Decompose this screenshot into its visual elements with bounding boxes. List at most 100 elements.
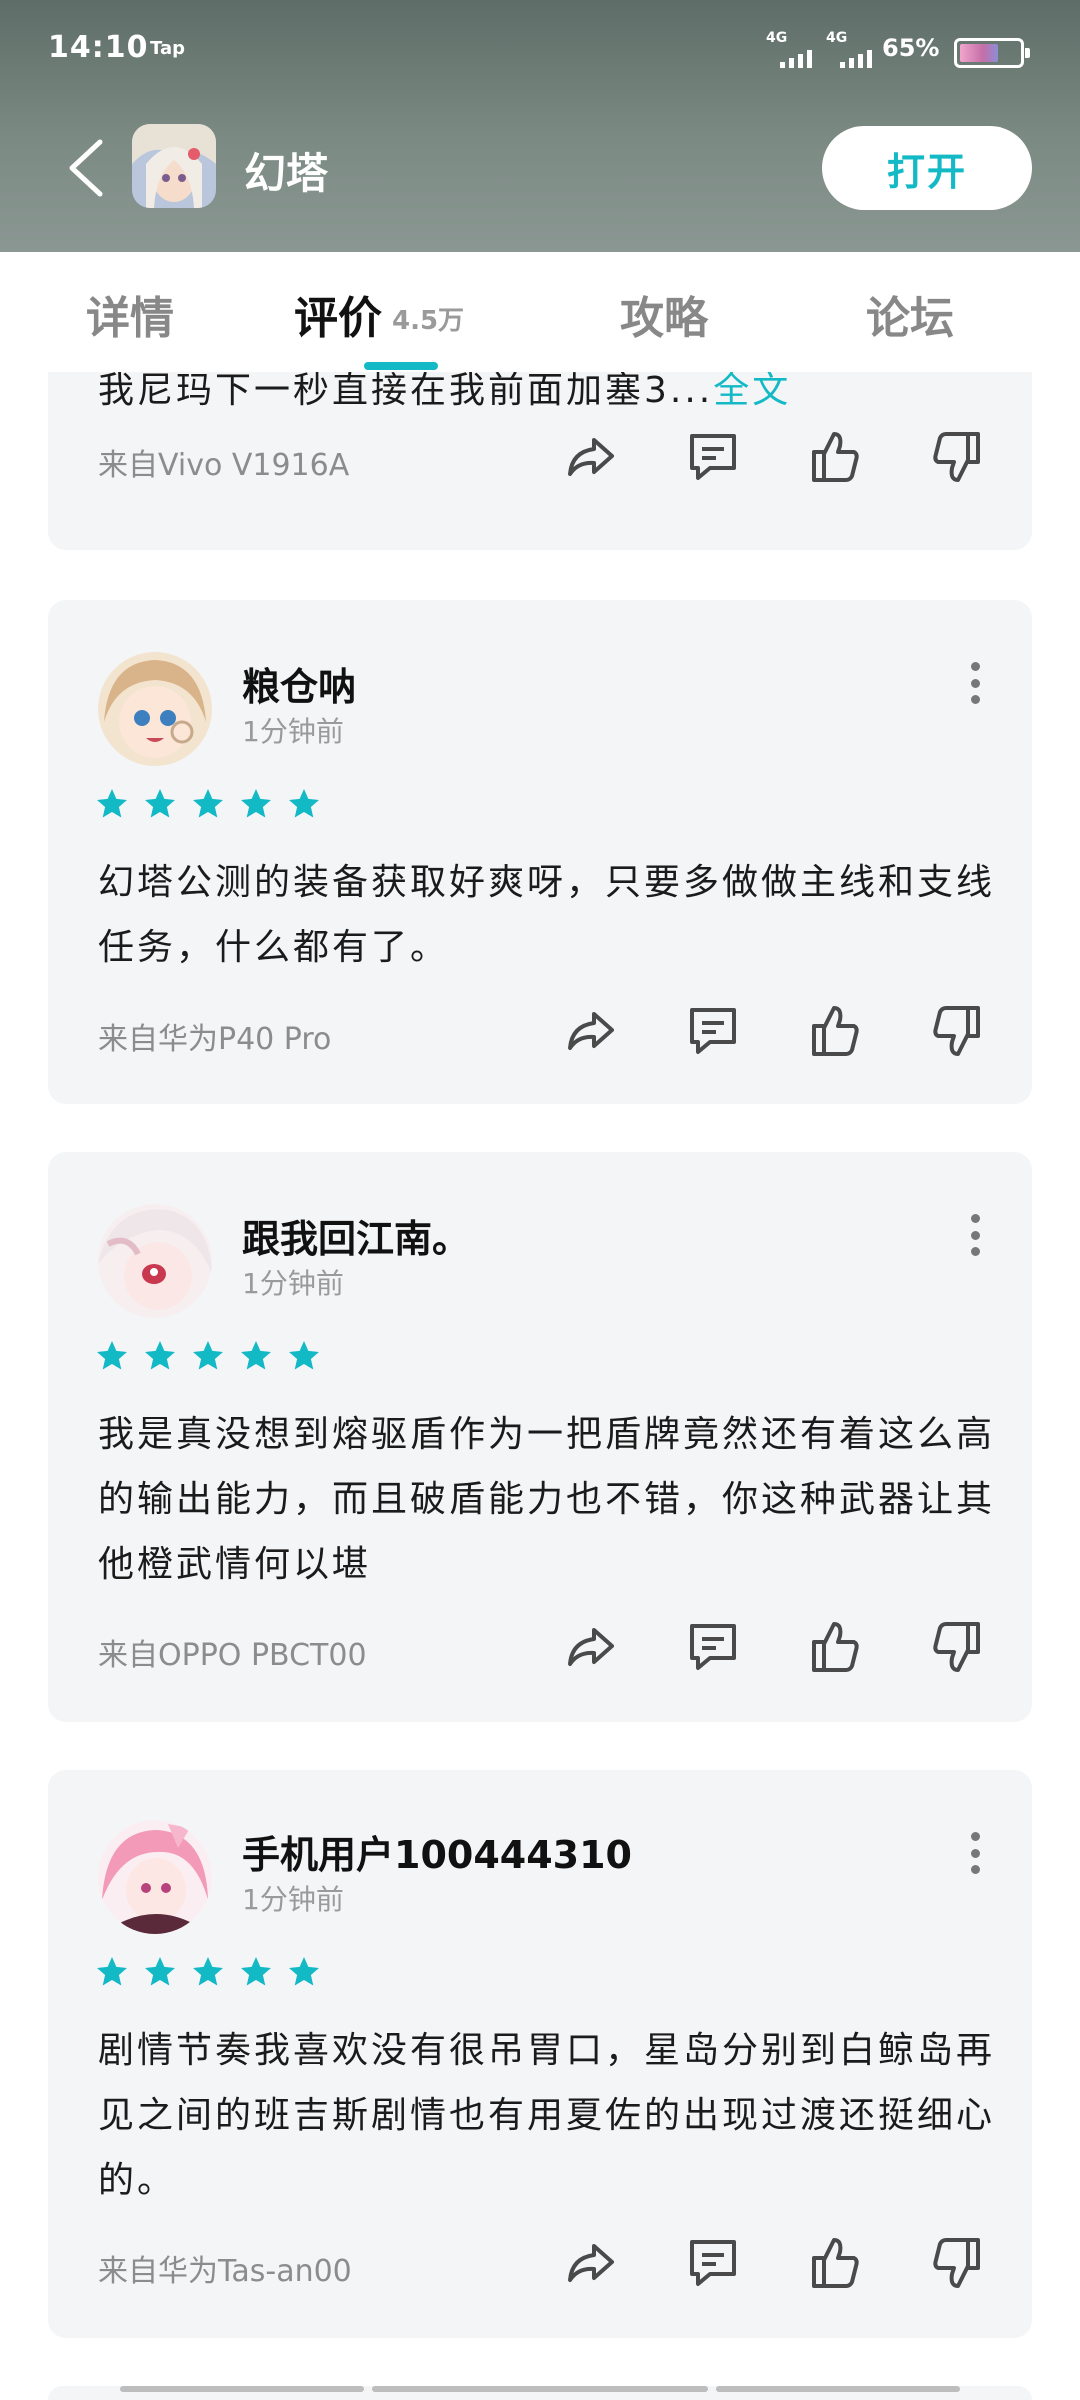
- back-button[interactable]: [62, 138, 110, 198]
- open-button[interactable]: 打开: [822, 126, 1032, 210]
- username[interactable]: 粮仓呐: [242, 656, 356, 711]
- star-icon: [241, 789, 271, 818]
- avatar[interactable]: [98, 1204, 212, 1318]
- rating-stars: [94, 1954, 322, 1990]
- like-button[interactable]: [804, 1000, 866, 1062]
- scroll-indicator: [372, 2386, 708, 2392]
- star-icon: [193, 1341, 223, 1370]
- review-time: 1分钟前: [242, 1267, 344, 1300]
- app-icon[interactable]: [132, 124, 216, 208]
- comment-icon: [690, 1624, 736, 1670]
- tab-reviews[interactable]: 评价 4.5万: [294, 282, 464, 346]
- app-title: 幻塔: [244, 149, 329, 198]
- share-button[interactable]: [560, 1000, 622, 1062]
- status-bar: 14:10 Tap 4G 4G 65%: [0, 0, 1080, 96]
- share-icon: [568, 438, 614, 476]
- battery-percent: 65%: [882, 34, 940, 62]
- tab-bar: 详情 评价 4.5万 攻略 论坛: [0, 252, 1080, 372]
- comment-button[interactable]: [682, 426, 744, 488]
- thumbs-up-icon: [812, 1006, 859, 1056]
- comment-button[interactable]: [682, 1616, 744, 1678]
- star-icon: [145, 789, 175, 818]
- review-card: 手机用户100444310 1分钟前 剧情节奏我喜欢没有很吊胃口，星岛分别到白鲸…: [48, 1770, 1032, 2338]
- like-button[interactable]: [804, 426, 866, 488]
- device-source: 来自华为P40 Pro: [98, 1022, 332, 1057]
- scroll-indicator: [120, 2386, 364, 2392]
- star-icon: [289, 1341, 319, 1370]
- rating-stars: [94, 786, 322, 822]
- comment-button[interactable]: [682, 1000, 744, 1062]
- like-button[interactable]: [804, 2232, 866, 2294]
- star-icon: [241, 1957, 271, 1986]
- review-count: 4.5万: [392, 306, 465, 336]
- tab-reviews-label: 评价: [294, 293, 382, 344]
- share-icon: [568, 2244, 614, 2282]
- star-icon: [289, 789, 319, 818]
- fulltext-link[interactable]: 全文: [713, 372, 791, 411]
- review-time: 1分钟前: [242, 1883, 344, 1916]
- device-source: 来自OPPO PBCT00: [98, 1638, 367, 1673]
- review-content: 我尼玛下一秒直接在我前面加塞3...全文: [98, 372, 792, 411]
- avatar[interactable]: [98, 1820, 212, 1934]
- star-icon: [193, 789, 223, 818]
- avatar[interactable]: [98, 652, 212, 766]
- comment-icon: [690, 1008, 736, 1054]
- review-card: 粮仓呐 1分钟前 幻塔公测的装备获取好爽呀，只要多做做主线和支线任务，什么都有了…: [48, 600, 1032, 1104]
- thumbs-up-icon: [812, 432, 859, 482]
- tab-details[interactable]: 详情: [86, 282, 174, 346]
- like-button[interactable]: [804, 1616, 866, 1678]
- review-content[interactable]: 剧情节奏我喜欢没有很吊胃口，星岛分别到白鲸岛再见之间的班吉斯剧情也有用夏佐的出现…: [98, 2018, 998, 2213]
- tab-indicator: [364, 362, 438, 370]
- comment-icon: [690, 434, 736, 480]
- back-icon: [69, 139, 103, 197]
- battery-icon: [954, 38, 1030, 68]
- comment-button[interactable]: [682, 2232, 744, 2294]
- review-card: 跟我回江南。 1分钟前 我是真没想到熔驱盾作为一把盾牌竟然还有着这么高的输出能力…: [48, 1152, 1032, 1722]
- review-time: 1分钟前: [242, 715, 344, 748]
- share-button[interactable]: [560, 426, 622, 488]
- star-icon: [97, 1341, 127, 1370]
- dislike-button[interactable]: [926, 1000, 988, 1062]
- app-header: 14:10 Tap 4G 4G 65% 幻塔 打开: [0, 0, 1080, 252]
- signal-icon: 4G: [766, 30, 818, 68]
- star-icon: [193, 1957, 223, 1986]
- device-source: 来自华为Tas-an00: [98, 2254, 352, 2289]
- review-content[interactable]: 幻塔公测的装备获取好爽呀，只要多做做主线和支线任务，什么都有了。: [98, 850, 998, 980]
- star-icon: [145, 1957, 175, 1986]
- rating-stars: [94, 1338, 322, 1374]
- thumbs-up-icon: [812, 1622, 859, 1672]
- share-button[interactable]: [560, 1616, 622, 1678]
- tab-guides[interactable]: 攻略: [620, 282, 708, 346]
- review-list[interactable]: 我尼玛下一秒直接在我前面加塞3...全文 来自Vivo V1916A 粮仓呐 1…: [0, 372, 1080, 2400]
- username[interactable]: 跟我回江南。: [242, 1208, 470, 1263]
- thumbs-down-icon: [933, 1622, 980, 1672]
- star-icon: [241, 1341, 271, 1370]
- signal-icon: 4G: [826, 30, 878, 68]
- dislike-button[interactable]: [926, 426, 988, 488]
- thumbs-down-icon: [933, 1006, 980, 1056]
- comment-icon: [690, 2240, 736, 2286]
- device-source: 来自Vivo V1916A: [98, 448, 350, 483]
- more-button[interactable]: [970, 1832, 980, 1874]
- username[interactable]: 手机用户100444310: [242, 1824, 632, 1879]
- dislike-button[interactable]: [926, 2232, 988, 2294]
- star-icon: [97, 789, 127, 818]
- review-card: 我尼玛下一秒直接在我前面加塞3...全文 来自Vivo V1916A: [48, 372, 1032, 550]
- review-content[interactable]: 我是真没想到熔驱盾作为一把盾牌竟然还有着这么高的输出能力，而且破盾能力也不错，你…: [98, 1402, 998, 1597]
- scroll-indicator: [716, 2386, 960, 2392]
- share-icon: [568, 1012, 614, 1050]
- status-time: 14:10: [48, 30, 149, 65]
- more-button[interactable]: [970, 662, 980, 704]
- star-icon: [145, 1341, 175, 1370]
- dislike-button[interactable]: [926, 1616, 988, 1678]
- more-button[interactable]: [970, 1214, 980, 1256]
- thumbs-up-icon: [812, 2238, 859, 2288]
- share-button[interactable]: [560, 2232, 622, 2294]
- star-icon: [289, 1957, 319, 1986]
- share-icon: [568, 1628, 614, 1666]
- star-icon: [97, 1957, 127, 1986]
- thumbs-down-icon: [933, 432, 980, 482]
- taptap-logo: Tap: [150, 38, 185, 59]
- tab-forum[interactable]: 论坛: [866, 282, 954, 346]
- thumbs-down-icon: [933, 2238, 980, 2288]
